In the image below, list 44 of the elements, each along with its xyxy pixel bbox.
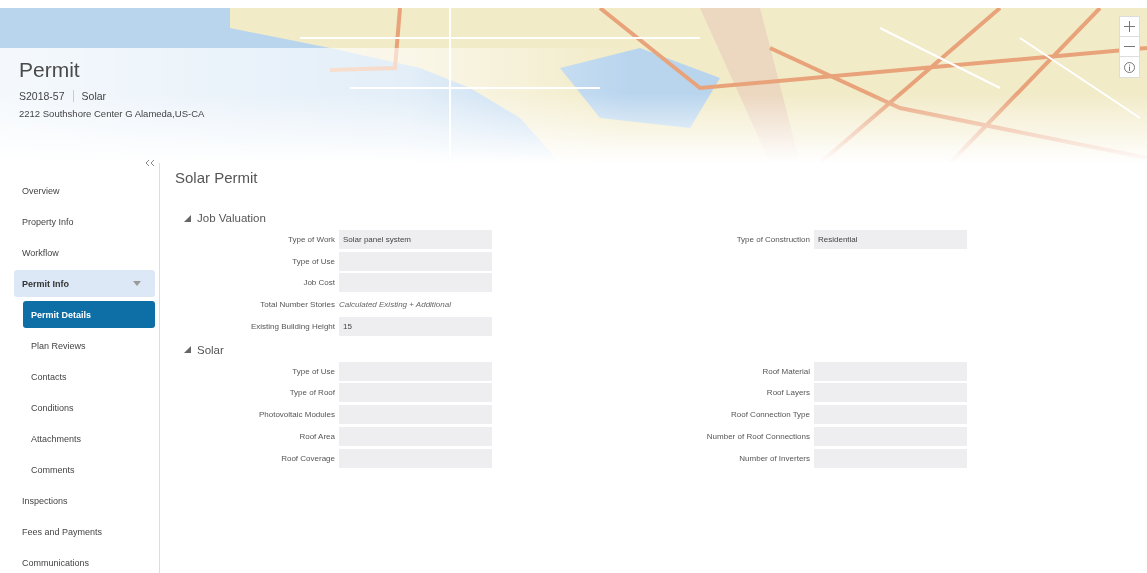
field-label: Type of Use [291,366,335,376]
field-label: Type of Use [291,256,335,266]
collapse-triangle-icon[interactable] [184,214,191,222]
field-label: Roof Coverage [280,453,335,463]
nav-item[interactable]: Conditions [23,394,155,421]
address: 2212 Southshore Center G Alameda,US-CA [19,108,205,119]
field-value: Calculated Existing + Additional [339,300,452,310]
field-label: Type of Roof [288,388,335,398]
record-id: S2018-57 [19,90,65,102]
field-label: Existing Building Height [249,321,335,331]
nav-item[interactable]: Contacts [23,363,155,390]
field-label: Roof Area [298,431,335,441]
field-label: Job Cost [302,278,335,288]
nav-item[interactable]: Workflow [14,239,155,266]
nav-item[interactable]: Comments [23,456,155,483]
field-label: Number of Inverters [738,453,810,463]
caret-icon [133,281,141,286]
field-label: Type of Construction [735,235,810,244]
field-label: Number of Roof Connections [705,431,810,441]
field-label: Total Number Stories [259,300,335,310]
nav-item[interactable]: Permit Info [14,270,155,297]
nav-item[interactable]: Attachments [23,425,155,452]
input-field[interactable]: Solar panel system [339,230,492,249]
page-title: Permit [19,58,80,82]
field-label: Roof Connection Type [730,410,810,420]
nav-item[interactable]: Overview [14,177,155,204]
nav-item[interactable]: Plan Reviews [23,332,155,359]
nav-item[interactable]: Fees and Payments [14,518,155,545]
input-field[interactable]: Residential [814,230,967,249]
section-title: Solar Permit [175,169,259,186]
field-label: Photovoltaic Modules [257,410,335,420]
nav-item[interactable]: Property Info [14,208,155,235]
collapse-triangle-icon[interactable] [184,346,191,354]
section-heading: Solar [197,343,224,356]
nav-item[interactable]: Communications [14,549,155,573]
field-label: Roof Layers [765,388,810,398]
collapse-icon[interactable] [145,159,155,167]
nav-item[interactable]: Permit Details [23,301,155,328]
field-label: Roof Material [761,366,810,376]
input-field[interactable]: 15 [339,316,492,336]
field-label: Type of Work [287,235,335,244]
record-type: Solar [81,90,107,102]
nav-item[interactable]: Inspections [14,487,155,514]
section-heading: Job Valuation [197,212,266,224]
